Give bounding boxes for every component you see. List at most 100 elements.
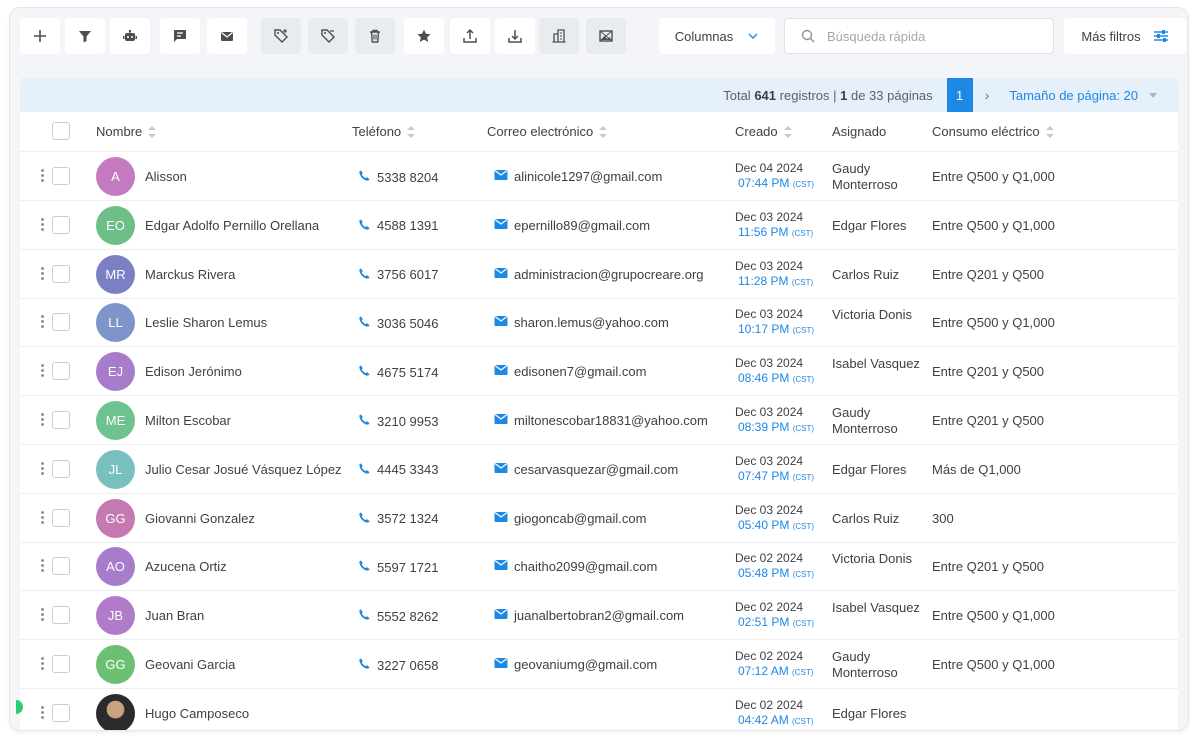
email-cell[interactable]: cesarvasquezar@gmail.com: [494, 462, 678, 477]
contact-name[interactable]: Edgar Adolfo Pernillo Orellana: [145, 218, 319, 233]
contact-name[interactable]: Juan Bran: [145, 608, 204, 623]
email-cell[interactable]: miltonescobar18831@yahoo.com: [494, 413, 708, 428]
row-checkbox[interactable]: [52, 411, 70, 429]
drag-handle-icon[interactable]: [41, 461, 45, 476]
email-cell[interactable]: administracion@grupocreare.org: [494, 267, 704, 282]
email-cell[interactable]: alinicole1297@gmail.com: [494, 169, 662, 184]
phone-cell[interactable]: 3572 1324: [358, 511, 438, 527]
column-header-created[interactable]: Creado: [735, 124, 792, 139]
phone-cell[interactable]: 4588 1391: [358, 218, 438, 234]
column-header-name[interactable]: Nombre: [96, 124, 157, 139]
remove-tag-button[interactable]: [308, 18, 348, 54]
contact-name[interactable]: Marckus Rivera: [145, 267, 235, 282]
row-checkbox[interactable]: [52, 606, 70, 625]
email-cell[interactable]: sharon.lemus@yahoo.com: [494, 315, 669, 330]
table-row[interactable]: GG Giovanni Gonzalez 3572 1324 giogoncab@gm…: [20, 494, 1178, 543]
table-row[interactable]: JL Julio Cesar Josué Vásquez López 4445 33…: [20, 445, 1178, 494]
message-button[interactable]: [160, 18, 200, 54]
created-time: 07:12 AM: [738, 664, 789, 678]
email-cell[interactable]: giogoncab@gmail.com: [494, 511, 646, 526]
row-checkbox[interactable]: [52, 167, 70, 185]
contact-name[interactable]: Milton Escobar: [145, 413, 231, 428]
phone-number: 3572 1324: [377, 511, 439, 527]
columns-dropdown[interactable]: Columnas: [659, 18, 775, 54]
drag-handle-icon[interactable]: [41, 217, 45, 232]
column-header-phone[interactable]: Teléfono: [352, 124, 416, 139]
filter-button[interactable]: [65, 18, 105, 54]
automation-button[interactable]: [110, 18, 150, 54]
contact-name[interactable]: Geovani Garcia: [145, 657, 235, 672]
add-button[interactable]: [20, 18, 60, 54]
table-row[interactable]: GG Geovani Garcia 3227 0658 geovaniumg@gmai…: [20, 640, 1178, 689]
import-button[interactable]: [495, 18, 535, 54]
phone-cell[interactable]: 3210 9953: [358, 413, 438, 429]
email-cell[interactable]: juanalbertobran2@gmail.com: [494, 608, 684, 623]
page-button-active[interactable]: 1: [946, 78, 973, 112]
contact-name[interactable]: Azucena Ortiz: [145, 559, 227, 574]
row-checkbox[interactable]: [52, 264, 70, 283]
search-input[interactable]: [827, 28, 1027, 44]
row-checkbox[interactable]: [52, 215, 70, 234]
email-cell[interactable]: chaitho2099@gmail.com: [494, 559, 657, 574]
drag-handle-icon[interactable]: [41, 705, 45, 720]
row-checkbox[interactable]: [52, 557, 70, 576]
total-prefix: Total: [723, 87, 751, 103]
page-size-dropdown[interactable]: Tamaño de página: 20: [1009, 88, 1158, 103]
row-checkbox[interactable]: [52, 703, 70, 722]
contact-name[interactable]: Edison Jerónimo: [145, 364, 242, 379]
add-tag-button[interactable]: [261, 18, 301, 54]
contact-name[interactable]: Julio Cesar Josué Vásquez López: [145, 462, 342, 477]
table-row[interactable]: MR Marckus Rivera 3756 6017 administracion@…: [20, 250, 1178, 299]
company-button[interactable]: [539, 18, 579, 54]
contact-name[interactable]: Hugo Camposeco: [145, 706, 249, 721]
delete-button[interactable]: [355, 18, 395, 54]
email-cell[interactable]: edisonen7@gmail.com: [494, 364, 646, 379]
row-checkbox[interactable]: [52, 459, 70, 478]
favorite-button[interactable]: [404, 18, 444, 54]
phone-number: 5597 1721: [377, 559, 439, 575]
drag-handle-icon[interactable]: [41, 559, 45, 573]
column-header-consumption[interactable]: Consumo eléctrico: [932, 124, 1054, 139]
drag-handle-icon[interactable]: [41, 169, 45, 183]
next-page-icon[interactable]: ›: [985, 87, 990, 103]
more-filters-button[interactable]: Más filtros: [1064, 18, 1186, 54]
table-row[interactable]: LL Leslie Sharon Lemus 3036 5046 sharon.lem…: [20, 298, 1178, 348]
column-header-email[interactable]: Correo electrónico: [487, 124, 608, 139]
phone-cell[interactable]: 3756 6017: [358, 267, 438, 283]
table-row[interactable]: EO Edgar Adolfo Pernillo Orellana 4588 139…: [20, 201, 1178, 250]
drag-handle-icon[interactable]: [41, 315, 45, 329]
contact-name[interactable]: Alisson: [145, 169, 187, 184]
table-row[interactable]: AO Azucena Ortiz 5597 1721 chaitho2099@gmai…: [20, 542, 1178, 592]
table-row[interactable]: Hugo Camposeco Dec 02 2024 04:42 AM (CST) E…: [20, 689, 1178, 730]
drag-handle-icon[interactable]: [41, 608, 45, 622]
image-button[interactable]: [586, 18, 626, 54]
drag-handle-icon[interactable]: [41, 413, 45, 427]
phone-cell[interactable]: 5552 8262: [358, 608, 438, 624]
email-button[interactable]: [207, 18, 247, 54]
drag-handle-icon[interactable]: [41, 657, 45, 671]
phone-cell[interactable]: 4445 3343: [358, 462, 438, 478]
created-time: 05:48 PM: [738, 566, 790, 581]
table-row[interactable]: A Alisson 5338 8204 alinicole1297@gmail.com…: [20, 152, 1178, 201]
phone-cell[interactable]: 3227 0658: [358, 657, 438, 673]
phone-cell[interactable]: 4675 5174: [358, 364, 438, 380]
drag-handle-icon[interactable]: [41, 266, 45, 281]
table-row[interactable]: ME Milton Escobar 3210 9953 miltonescobar18…: [20, 396, 1178, 445]
table-row[interactable]: EJ Edison Jerónimo 4675 5174 edisonen7@gmai…: [20, 347, 1178, 397]
phone-cell[interactable]: 3036 5046: [358, 315, 438, 331]
email-cell[interactable]: geovaniumg@gmail.com: [494, 657, 657, 672]
row-checkbox[interactable]: [52, 655, 70, 673]
table-row[interactable]: JB Juan Bran 5552 8262 juanalbertobran2@gma…: [20, 591, 1178, 641]
row-checkbox[interactable]: [52, 313, 70, 332]
email-cell[interactable]: epernillo89@gmail.com: [494, 218, 650, 233]
select-all-checkbox[interactable]: [52, 122, 70, 140]
contact-name[interactable]: Leslie Sharon Lemus: [145, 315, 267, 330]
drag-handle-icon[interactable]: [41, 510, 45, 525]
phone-cell[interactable]: 5597 1721: [358, 559, 438, 575]
contact-name[interactable]: Giovanni Gonzalez: [145, 511, 255, 526]
phone-cell[interactable]: 5338 8204: [358, 169, 438, 185]
drag-handle-icon[interactable]: [41, 364, 45, 378]
export-button[interactable]: [450, 18, 490, 54]
row-checkbox[interactable]: [52, 362, 70, 381]
row-checkbox[interactable]: [52, 508, 70, 527]
